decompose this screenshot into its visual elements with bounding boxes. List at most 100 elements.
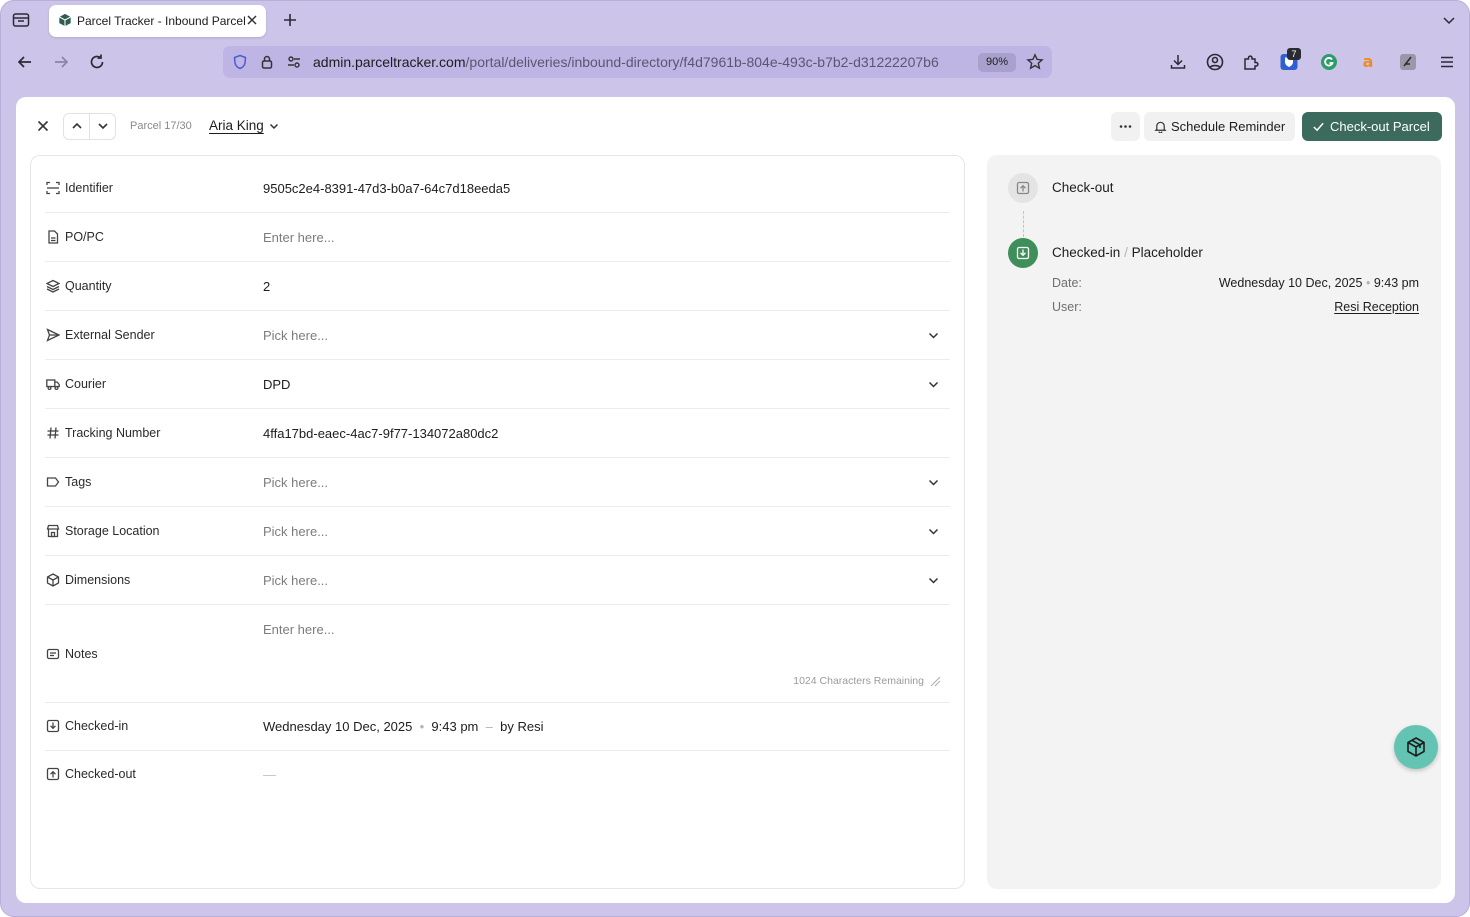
storage-location-select[interactable]: Pick here... bbox=[263, 524, 328, 539]
tab-title: Parcel Tracker - Inbound Parcels bbox=[77, 14, 245, 28]
url-path: /portal/deliveries/inbound-directory/f4d… bbox=[465, 54, 939, 70]
tab-sidebar-icon[interactable] bbox=[11, 10, 31, 30]
po-pc-label: PO/PC bbox=[65, 230, 104, 244]
tags-select[interactable]: Pick here... bbox=[263, 475, 328, 490]
tags-label: Tags bbox=[65, 475, 92, 489]
date-value: Wednesday 10 Dec, 2025 • 9:43 pm bbox=[1218, 276, 1419, 290]
checkedin-step-icon bbox=[1008, 238, 1038, 268]
parcel-pager bbox=[63, 113, 116, 140]
close-icon[interactable] bbox=[35, 118, 51, 134]
hamburger-menu-icon[interactable] bbox=[1437, 52, 1457, 72]
address-bar[interactable]: admin.parceltracker.com/portal/deliverie… bbox=[223, 46, 1052, 78]
active-tab[interactable]: Parcel Tracker - Inbound Parcels bbox=[49, 5, 266, 37]
grammarly-extension-icon[interactable] bbox=[1319, 52, 1339, 72]
checked-out-value: — bbox=[263, 767, 276, 782]
courier-row: Courier DPD bbox=[45, 360, 950, 409]
parcel-box-icon bbox=[59, 13, 71, 27]
check-in-arrow-icon bbox=[46, 719, 60, 733]
layers-icon bbox=[46, 279, 60, 293]
dimensions-select[interactable]: Pick here... bbox=[263, 573, 328, 588]
quantity-label: Quantity bbox=[65, 279, 112, 293]
storefront-icon bbox=[46, 524, 60, 538]
courier-label: Courier bbox=[65, 377, 106, 391]
scan-icon bbox=[46, 181, 60, 195]
more-options-button[interactable] bbox=[1111, 112, 1140, 141]
tracking-number-input[interactable]: 4ffa17bd-eaec-4ac7-9f77-134072a80dc2 bbox=[263, 426, 498, 441]
notes-textarea[interactable]: Enter here... bbox=[263, 622, 335, 637]
notes-label: Notes bbox=[65, 647, 98, 661]
box-icon bbox=[46, 573, 60, 587]
tab-close-icon[interactable] bbox=[244, 12, 260, 28]
chevron-down-icon[interactable] bbox=[927, 329, 940, 342]
chevron-down-icon[interactable] bbox=[927, 574, 940, 587]
zoom-level-badge[interactable]: 90% bbox=[978, 53, 1016, 72]
url-host: admin.parceltracker.com bbox=[313, 54, 466, 70]
po-pc-input[interactable]: Enter here... bbox=[263, 230, 335, 245]
checkout-step-icon bbox=[1008, 173, 1038, 203]
user-link[interactable]: Resi Reception bbox=[1334, 300, 1419, 314]
identifier-label: Identifier bbox=[65, 181, 113, 195]
previous-parcel-button[interactable] bbox=[64, 114, 90, 139]
check-out-parcel-button[interactable]: Check-out Parcel bbox=[1302, 112, 1442, 141]
amazon-extension-icon[interactable]: a bbox=[1358, 52, 1378, 72]
dimensions-row: Dimensions Pick here... bbox=[45, 556, 950, 605]
next-parcel-button[interactable] bbox=[90, 114, 116, 139]
downloads-icon[interactable] bbox=[1168, 52, 1188, 72]
document-icon bbox=[48, 230, 59, 244]
checked-in-row: Checked-in Wednesday 10 Dec, 2025 • 9:43… bbox=[45, 703, 950, 751]
checked-in-label: Checked-in bbox=[65, 719, 129, 733]
external-sender-select[interactable]: Pick here... bbox=[263, 328, 328, 343]
page-content: Parcel 17/30 Aria King Schedule Reminder… bbox=[16, 97, 1455, 903]
notes-row: Notes Enter here... 1024 Characters Rema… bbox=[45, 605, 950, 703]
url-text[interactable]: admin.parceltracker.com/portal/deliverie… bbox=[313, 54, 973, 70]
chevron-down-icon[interactable] bbox=[927, 525, 940, 538]
help-chat-button[interactable] bbox=[1394, 725, 1438, 769]
tracking-number-row: Tracking Number 4ffa17bd-eaec-4ac7-9f77-… bbox=[45, 409, 950, 458]
courier-select[interactable]: DPD bbox=[263, 377, 290, 392]
check-in-arrow-icon bbox=[1016, 246, 1030, 260]
bookmark-star-icon[interactable] bbox=[1026, 53, 1044, 71]
parcel-box-icon bbox=[1407, 737, 1425, 757]
browser-toolbar: admin.parceltracker.com/portal/deliverie… bbox=[1, 41, 1469, 83]
check-out-arrow-icon bbox=[1016, 181, 1030, 195]
title-separator: / bbox=[1124, 245, 1128, 260]
account-icon[interactable] bbox=[1205, 52, 1225, 72]
chevron-up-icon bbox=[72, 122, 82, 129]
tracking-shield-icon[interactable] bbox=[232, 54, 248, 70]
resize-handle-icon[interactable] bbox=[929, 675, 941, 687]
back-arrow-icon[interactable] bbox=[15, 52, 35, 72]
schedule-reminder-button[interactable]: Schedule Reminder bbox=[1144, 112, 1295, 141]
reload-icon[interactable] bbox=[87, 52, 107, 72]
browser-window: Parcel Tracker - Inbound Parcels admin.p… bbox=[0, 0, 1470, 917]
checked-in-date: Wednesday 10 Dec, 2025 bbox=[263, 719, 413, 734]
new-tab-plus-icon[interactable] bbox=[281, 11, 299, 29]
tab-list-chevron-icon[interactable] bbox=[1441, 12, 1457, 28]
tag-icon bbox=[46, 477, 60, 487]
date-value-text: Wednesday 10 Dec, 2025 bbox=[1218, 276, 1363, 290]
checkmark-icon bbox=[1313, 122, 1324, 132]
user-key: User: bbox=[1052, 300, 1082, 314]
lock-icon[interactable] bbox=[259, 54, 275, 70]
hash-icon bbox=[47, 427, 59, 439]
external-sender-label: External Sender bbox=[65, 328, 155, 342]
feather-extension-icon[interactable] bbox=[1398, 52, 1418, 72]
tab-strip: Parcel Tracker - Inbound Parcels bbox=[1, 1, 1469, 41]
chevron-down-icon[interactable] bbox=[927, 476, 940, 489]
schedule-reminder-label: Schedule Reminder bbox=[1171, 119, 1286, 134]
extensions-puzzle-icon[interactable] bbox=[1241, 52, 1261, 72]
message-icon bbox=[46, 648, 60, 660]
chevron-down-icon[interactable] bbox=[268, 120, 280, 132]
checked-in-time: 9:43 pm bbox=[431, 719, 479, 734]
quantity-input[interactable]: 2 bbox=[263, 279, 270, 294]
parcel-details-form: Identifier 9505c2e4-8391-47d3-b0a7-64c7d… bbox=[30, 155, 965, 889]
forward-arrow-icon[interactable] bbox=[51, 52, 71, 72]
recipient-selector[interactable]: Aria King bbox=[209, 118, 264, 133]
checked-in-value: Wednesday 10 Dec, 2025 • 9:43 pm – by Re… bbox=[263, 719, 544, 734]
chevron-down-icon bbox=[98, 123, 108, 130]
permissions-icon[interactable] bbox=[286, 54, 302, 70]
extension-count-badge: 7 bbox=[1287, 48, 1301, 60]
tracking-number-label: Tracking Number bbox=[65, 426, 161, 440]
chevron-down-icon[interactable] bbox=[927, 378, 940, 391]
checked-out-label: Checked-out bbox=[65, 767, 136, 781]
svg-text:a: a bbox=[1363, 52, 1374, 71]
